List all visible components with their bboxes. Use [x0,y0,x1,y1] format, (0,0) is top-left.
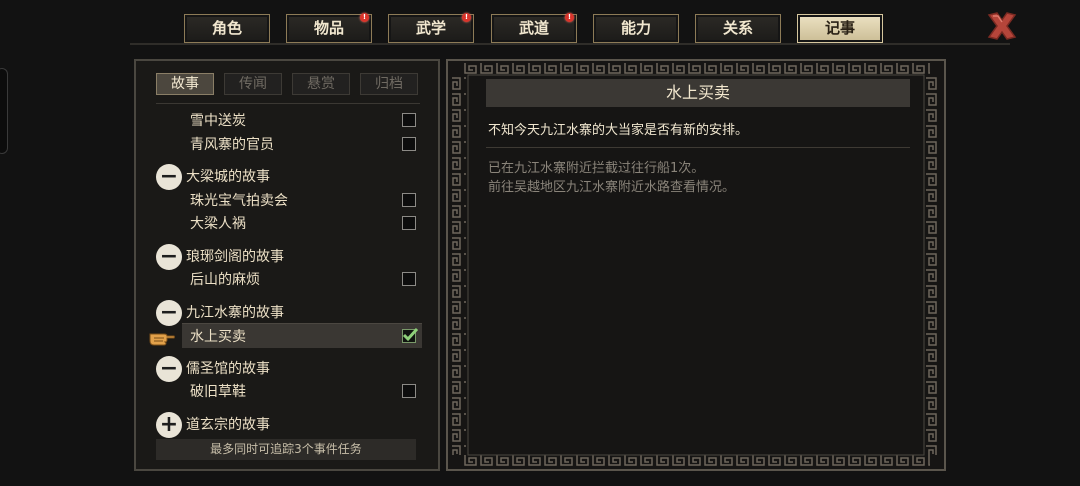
close-button[interactable] [984,8,1020,44]
close-x-icon [987,12,1017,40]
collapse-minus-icon[interactable]: − [156,164,182,190]
quest-group-label: 儒圣馆的故事 [186,361,270,377]
quest-group[interactable]: − 儒圣馆的故事 [136,356,438,382]
tab-label: 武道 [518,19,549,37]
quest-item-label: 青风寨的官员 [190,137,274,153]
subtab-story[interactable]: 故事 [156,73,214,95]
quest-group-label: 琅琊剑阁的故事 [186,249,284,265]
progress-entry: 已在九江水寨附近拦截过往行船1次。 [488,161,705,176]
quest-title: 水上买卖 [486,79,910,107]
detail-divider [486,147,910,148]
subtab-label: 悬赏 [307,76,335,92]
tab-label: 物品 [313,19,344,37]
tab-items[interactable]: 物品! [286,13,372,43]
alert-badge-icon: ! [462,13,471,22]
tab-label: 角色 [211,19,242,37]
quest-list-panel: 故事 传闻 悬赏 归档 雪中送炭 青风寨的官员 − 大梁城的故事 珠光宝气拍卖会… [134,59,440,471]
track-checkbox[interactable] [402,137,416,151]
track-checkbox[interactable] [402,113,416,127]
quest-item[interactable]: 青风寨的官员 [136,133,438,157]
subtab-bounty[interactable]: 悬赏 [292,73,350,95]
subtab-rumor[interactable]: 传闻 [224,73,282,95]
quest-item-label: 破旧草鞋 [190,384,246,400]
quest-group[interactable]: − 琅琊剑阁的故事 [136,244,438,270]
quest-item-selected[interactable]: 水上买卖 [136,323,438,349]
quest-item[interactable]: 珠光宝气拍卖会 [136,189,438,213]
alert-badge-icon: ! [565,13,574,22]
screen-edge-notch [0,68,8,154]
subtab-archive[interactable]: 归档 [360,73,418,95]
quest-group-label: 大梁城的故事 [186,169,270,185]
quest-detail-panel: 水上买卖 不知今天九江水寨的大当家是否有新的安排。 已在九江水寨附近拦截过往行船… [446,59,946,471]
tab-bar-divider [130,43,1010,45]
journal-subtabs: 故事 传闻 悬赏 归档 [156,73,420,97]
quest-item[interactable]: 大梁人祸 [136,212,438,236]
track-checkbox[interactable] [402,384,416,398]
quest-item[interactable]: 雪中送炭 [136,109,438,133]
quest-group[interactable]: − 九江水寨的故事 [136,300,438,326]
tab-martial-way[interactable]: 武道! [491,13,577,43]
quest-item-label: 后山的麻烦 [190,272,260,288]
quest-group-label: 道玄宗的故事 [186,417,270,433]
pointing-hand-icon [149,333,175,346]
subtab-divider [156,103,420,104]
top-tab-bar: 角色 物品! 武学! 武道! 能力 关系 记事 [0,0,1080,48]
tracking-limit-note: 最多同时可追踪3个事件任务 [156,439,416,460]
quest-group[interactable]: + 道玄宗的故事 [136,412,438,438]
subtab-label: 故事 [171,76,199,92]
quest-progress-log: 已在九江水寨附近拦截过往行船1次。 前往吴越地区九江水寨附近水路查看情况。 [488,159,912,197]
quest-group[interactable]: − 大梁城的故事 [136,164,438,190]
subtab-label: 归档 [375,76,403,92]
track-checkbox[interactable] [402,216,416,230]
progress-entry: 前往吴越地区九江水寨附近水路查看情况。 [488,180,736,195]
track-checkbox[interactable] [402,272,416,286]
subtab-label: 传闻 [239,76,267,92]
tab-label: 记事 [824,19,855,37]
tab-journal[interactable]: 记事 [797,14,883,43]
quest-group-label: 九江水寨的故事 [186,305,284,321]
tab-character[interactable]: 角色 [184,14,270,43]
track-checkbox-checked[interactable] [402,327,418,343]
quest-item-label: 珠光宝气拍卖会 [190,193,288,209]
tab-abilities[interactable]: 能力 [593,14,679,43]
tab-label: 关系 [722,19,753,37]
quest-item-label: 水上买卖 [190,329,246,345]
track-checkbox[interactable] [402,193,416,207]
tab-martial-arts[interactable]: 武学! [388,13,474,43]
collapse-minus-icon[interactable]: − [156,356,182,382]
collapse-minus-icon[interactable]: − [156,300,182,326]
checkmark-icon [402,327,418,342]
tab-label: 能力 [620,19,651,37]
quest-item-label: 大梁人祸 [190,216,246,232]
quest-description: 不知今天九江水寨的大当家是否有新的安排。 [488,123,749,138]
tab-label: 武学 [415,19,446,37]
collapse-minus-icon[interactable]: − [156,244,182,270]
quest-item-label: 雪中送炭 [190,113,246,129]
expand-plus-icon[interactable]: + [156,412,182,438]
alert-badge-icon: ! [360,13,369,22]
quest-item[interactable]: 后山的麻烦 [136,268,438,292]
tab-relations[interactable]: 关系 [695,14,781,43]
quest-item[interactable]: 破旧草鞋 [136,380,438,404]
